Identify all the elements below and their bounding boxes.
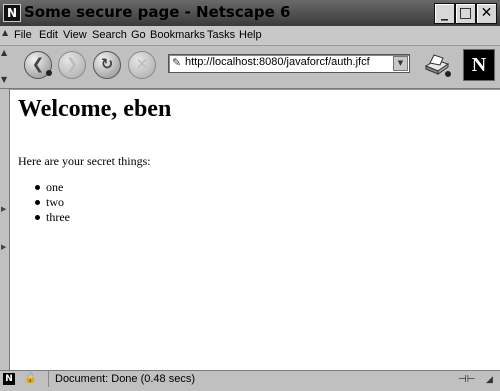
netscape-app-icon[interactable]: N: [3, 4, 21, 22]
close-button[interactable]: ✕: [476, 3, 497, 24]
resize-grip-icon[interactable]: ◢: [486, 375, 493, 385]
url-bar[interactable]: ✎ http://localhost:8080/javaforcf/auth.j…: [168, 54, 410, 73]
menu-help[interactable]: Help: [239, 29, 262, 41]
menu-go[interactable]: Go: [131, 29, 146, 41]
back-history-dot-icon[interactable]: [46, 70, 52, 76]
url-text[interactable]: http://localhost:8080/javaforcf/auth.jfc…: [185, 56, 370, 68]
sidebar-expand-icon[interactable]: ▶: [1, 205, 6, 213]
url-dropdown-icon[interactable]: ▼: [393, 56, 408, 71]
menu-search[interactable]: Search: [92, 29, 127, 41]
page-heading: Welcome, eben: [18, 96, 172, 122]
menu-file[interactable]: File: [14, 29, 32, 41]
sidebar-expand-icon-lower[interactable]: ▶: [1, 243, 6, 251]
forward-button[interactable]: ❯: [58, 51, 86, 79]
print-icon[interactable]: [422, 52, 452, 78]
stop-button[interactable]: ✕: [128, 51, 156, 79]
secret-list: one two three: [18, 180, 70, 225]
status-text: Document: Done (0.48 secs): [48, 371, 455, 387]
menu-grip-icon[interactable]: ▲: [2, 28, 8, 37]
list-item: one: [35, 180, 70, 195]
page-content: Welcome, eben Here are your secret thing…: [10, 89, 500, 371]
menu-edit[interactable]: Edit: [39, 29, 58, 41]
list-item: two: [35, 195, 70, 210]
list-item: three: [35, 210, 70, 224]
reload-button[interactable]: ↻: [93, 51, 121, 79]
menu-tasks[interactable]: Tasks: [207, 29, 235, 41]
window-title: Some secure page - Netscape 6: [24, 3, 291, 21]
page-proxy-icon[interactable]: ✎: [172, 56, 181, 69]
sidebar-strip[interactable]: [0, 89, 10, 370]
toolbar-grip-icon[interactable]: ▲ ▼: [1, 48, 10, 86]
menu-bookmarks[interactable]: Bookmarks: [150, 29, 205, 41]
security-icon[interactable]: 🔓: [24, 373, 36, 384]
netscape-status-icon[interactable]: N: [3, 373, 15, 385]
maximize-button[interactable]: □: [455, 3, 476, 24]
menu-view[interactable]: View: [63, 29, 87, 41]
intro-paragraph: Here are your secret things:: [18, 154, 151, 168]
netscape-logo[interactable]: N: [463, 49, 495, 81]
online-connection-icon[interactable]: ⊣⊢: [458, 374, 475, 385]
minimize-button[interactable]: _: [434, 3, 455, 24]
